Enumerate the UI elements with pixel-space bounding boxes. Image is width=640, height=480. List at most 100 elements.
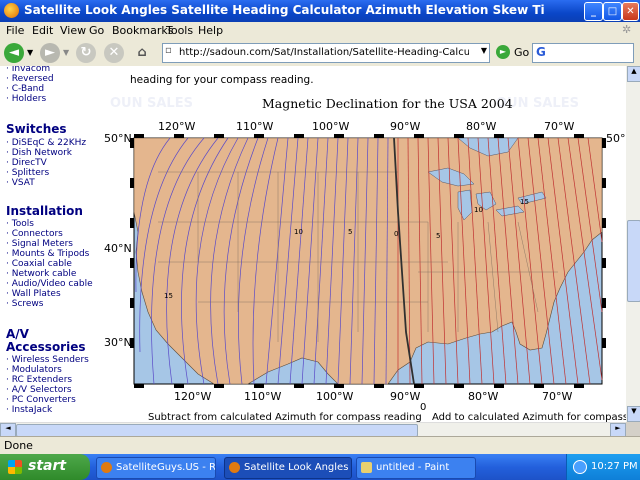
sidebar-item-dish-network[interactable]: · Dish Network (6, 148, 72, 158)
horizontal-scrollbar[interactable]: ◄ ► (0, 422, 626, 438)
sidebar-heading-av-accessories[interactable]: A/V Accessories (6, 328, 86, 354)
menu-file[interactable]: File (6, 24, 24, 37)
lon-label-top: 90°W (390, 120, 420, 133)
sidebar-item-wireless-senders[interactable]: · Wireless Senders (6, 355, 89, 365)
lon-label-bottom: 110°W (244, 390, 281, 403)
contour-label: 10 (474, 206, 483, 214)
sidebar-item-modulators[interactable]: · Modulators (6, 365, 62, 375)
caption-subtract: Subtract from calculated Azimuth for com… (148, 412, 422, 422)
forward-dropdown-icon[interactable]: ▼ (63, 48, 69, 57)
vertical-scroll-thumb[interactable] (627, 220, 640, 302)
search-box[interactable]: G (532, 43, 634, 63)
menu-view[interactable]: View (60, 24, 86, 37)
navigation-toolbar: ◄ ▼ ► ▼ ↻ ✕ ⌂ ▫ ▼ ► Go G (0, 40, 640, 67)
intro-text: heading for your compass reading. (130, 74, 314, 86)
start-button[interactable]: start (0, 454, 90, 480)
sidebar-item-pc-converters[interactable]: · PC Converters (6, 395, 76, 405)
sidebar-item-signal-meters[interactable]: · Signal Meters (6, 239, 73, 249)
sidebar-item-invacom[interactable]: · Invacom (6, 66, 50, 74)
sidebar-item-diseqc[interactable]: · DiSEqC & 22KHz (6, 138, 86, 148)
scroll-down-icon[interactable]: ▼ (627, 406, 640, 422)
go-icon[interactable]: ► (496, 45, 510, 59)
sidebar-item-screws[interactable]: · Screws (6, 299, 44, 309)
contour-label: 5 (348, 228, 352, 236)
window-title: Satellite Look Angles Satellite Heading … (24, 3, 544, 17)
menu-bookmarks[interactable]: Bookmarks (112, 24, 173, 37)
caption-add: Add to calculated Azimuth for compass re… (432, 412, 626, 422)
taskbar-button-satellite-look-angles[interactable]: Satellite Look Angles ... (224, 457, 352, 479)
menu-help[interactable]: Help (198, 24, 223, 37)
sidebar-item-audio-video-cable[interactable]: · Audio/Video cable (6, 279, 93, 289)
taskbar: start SatelliteGuys.US - Re... Satellite… (0, 454, 640, 480)
taskbar-button-paint[interactable]: untitled - Paint (356, 457, 476, 479)
url-input[interactable] (179, 45, 469, 59)
lat-label-left: 40°N (104, 242, 132, 255)
sidebar-item-rc-extenders[interactable]: · RC Extenders (6, 375, 72, 385)
contour-label: 15 (520, 198, 529, 206)
vertical-scrollbar[interactable]: ▲ ▼ (626, 66, 640, 422)
lon-label-top: 120°W (158, 120, 195, 133)
lon-label-bottom: 90°W (390, 390, 420, 403)
sidebar-item-holders[interactable]: · Holders (6, 94, 46, 104)
sidebar-item-network-cable[interactable]: · Network cable (6, 269, 76, 279)
stop-icon[interactable]: ✕ (104, 43, 124, 63)
sidebar-item-tools[interactable]: · Tools (6, 219, 34, 229)
paint-icon (361, 462, 372, 473)
sidebar-item-splitters[interactable]: · Splitters (6, 168, 49, 178)
page-icon: ▫ (165, 45, 172, 56)
go-button[interactable]: Go (514, 46, 529, 59)
back-dropdown-icon[interactable]: ▼ (27, 48, 33, 57)
sidebar: · Invacom · Reversed · C-Band · Holders … (0, 66, 98, 422)
forward-arrow-icon[interactable]: ► (40, 43, 60, 63)
menu-bar: File Edit View Go Bookmarks Tools Help ✲ (0, 22, 640, 41)
windows-logo-icon (8, 460, 22, 474)
sidebar-item-mounts-tripods[interactable]: · Mounts & Tripods (6, 249, 89, 259)
sidebar-item-instajack[interactable]: · InstaJack (6, 405, 52, 415)
reload-icon[interactable]: ↻ (76, 43, 96, 63)
browser-logo-icon (4, 3, 19, 18)
page-content: · Invacom · Reversed · C-Band · Holders … (0, 66, 626, 422)
browser-icon (229, 462, 240, 473)
sidebar-item-directv[interactable]: · DirecTV (6, 158, 47, 168)
menu-tools[interactable]: Tools (166, 24, 193, 37)
close-button[interactable]: ✕ (622, 2, 639, 21)
lon-label-top: 110°W (236, 120, 273, 133)
sidebar-item-reversed[interactable]: · Reversed (6, 74, 54, 84)
sidebar-item-wall-plates[interactable]: · Wall Plates (6, 289, 61, 299)
sidebar-item-connectors[interactable]: · Connectors (6, 229, 63, 239)
lon-label-bottom: 100°W (316, 390, 353, 403)
sidebar-heading-installation[interactable]: Installation (6, 204, 83, 218)
declination-map: 15 10 5 0 5 10 15 120°W 110°W 100°W 90°W… (104, 120, 626, 413)
search-engine-icon: G (536, 45, 546, 59)
menu-go[interactable]: Go (89, 24, 104, 37)
sidebar-item-coaxial-cable[interactable]: · Coaxial cable (6, 259, 72, 269)
lon-label-bottom: 80°W (468, 390, 498, 403)
maximize-button[interactable]: □ (603, 2, 622, 21)
contour-label: 0 (394, 230, 398, 238)
title-bar: Satellite Look Angles Satellite Heading … (0, 0, 640, 22)
sidebar-heading-switches[interactable]: Switches (6, 122, 67, 136)
clock[interactable]: 10:27 PM (591, 461, 638, 472)
contour-label: 15 (164, 292, 173, 300)
url-dropdown-icon[interactable]: ▼ (481, 46, 487, 55)
scroll-up-icon[interactable]: ▲ (627, 66, 640, 82)
watermark-left: OUN SALES (110, 96, 193, 111)
sidebar-item-c-band[interactable]: · C-Band (6, 84, 44, 94)
contour-label: 10 (294, 228, 303, 236)
sidebar-item-vsat[interactable]: · VSAT (6, 178, 35, 188)
lon-label-top: 70°W (544, 120, 574, 133)
lon-label-top: 80°W (466, 120, 496, 133)
minimize-button[interactable]: _ (584, 2, 603, 21)
address-bar: ▫ ▼ (162, 43, 490, 63)
system-tray: 10:27 PM (566, 454, 640, 480)
main-content: heading for your compass reading. OUN SA… (98, 66, 626, 422)
home-icon[interactable]: ⌂ (132, 43, 152, 63)
throbber-icon: ✲ (622, 23, 632, 36)
sidebar-item-av-selectors[interactable]: · A/V Selectors (6, 385, 72, 395)
taskbar-button-satelliteguys[interactable]: SatelliteGuys.US - Re... (96, 457, 216, 479)
menu-edit[interactable]: Edit (32, 24, 53, 37)
lon-label-top: 100°W (312, 120, 349, 133)
status-bar: Done (0, 436, 640, 455)
back-arrow-icon[interactable]: ◄ (4, 43, 24, 63)
network-icon[interactable] (573, 460, 587, 474)
